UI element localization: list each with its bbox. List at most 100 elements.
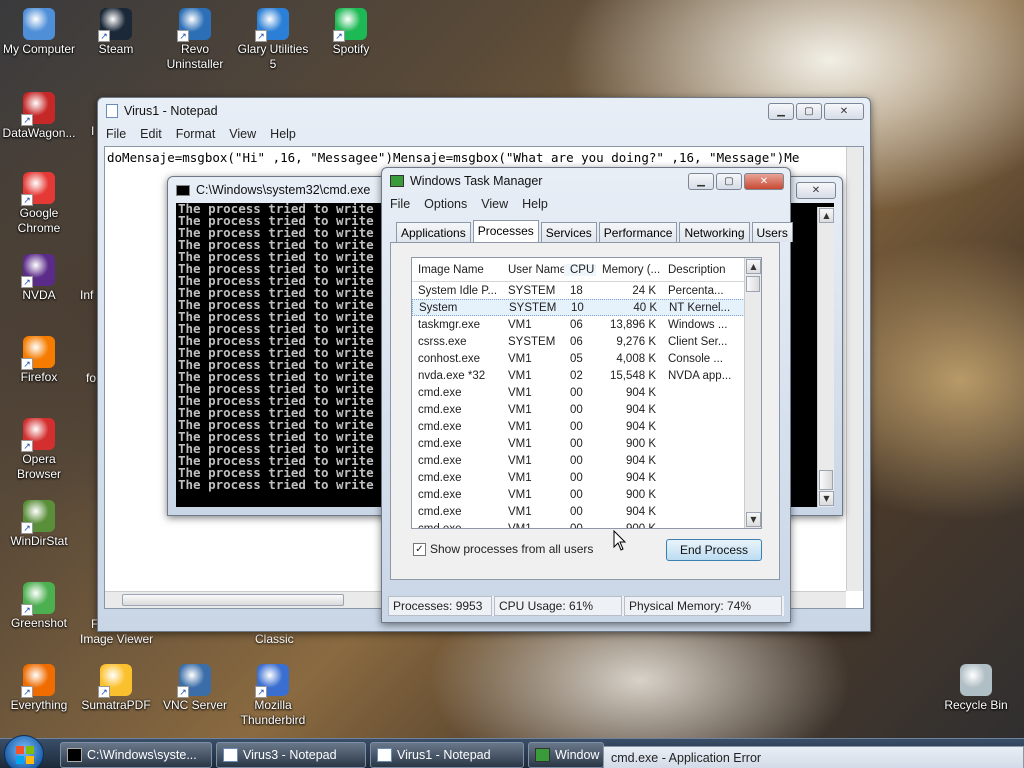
taskbar-item-virus1-label: Virus1 - Notepad: [397, 748, 491, 762]
desktop-icon-spotify[interactable]: ↗ Spotify: [312, 8, 390, 57]
process-row[interactable]: cmd.exe VM1 00 904 K: [412, 384, 761, 401]
notepad-menu-file[interactable]: File: [106, 127, 126, 141]
cmd-vertical-scrollbar[interactable]: ▲ ▼: [817, 207, 834, 507]
desktop-icon-firefox[interactable]: ↗ Firefox: [0, 336, 78, 385]
process-list[interactable]: Image Name User Name CPU Memory (... Des…: [411, 257, 762, 529]
notepad-vertical-scrollbar[interactable]: [846, 147, 863, 591]
cell-user-name: VM1: [508, 488, 532, 501]
desktop-icon-thunderbird[interactable]: ↗ Mozilla Thunderbird: [234, 664, 312, 728]
process-row[interactable]: System SYSTEM 10 40 K NT Kernel...: [412, 299, 761, 316]
process-row[interactable]: conhost.exe VM1 05 4,008 K Console ...: [412, 350, 761, 367]
process-row[interactable]: taskmgr.exe VM1 06 13,896 K Windows ...: [412, 316, 761, 333]
tab-applications[interactable]: Applications: [396, 222, 471, 242]
taskmgr-maximize-button[interactable]: ▢: [716, 173, 742, 190]
notepad-menu-help[interactable]: Help: [270, 127, 296, 141]
col-user-name[interactable]: User Name: [502, 264, 564, 276]
process-list-scrollbar[interactable]: ▲ ▼: [744, 258, 761, 528]
taskbar-item-virus1-notepad[interactable]: Virus1 - Notepad: [370, 742, 524, 768]
cell-description: NT Kernel...: [669, 301, 731, 314]
thunderbird-icon: ↗: [255, 664, 289, 698]
desktop-icon-glary-utilities[interactable]: ↗ Glary Utilities 5: [234, 8, 312, 72]
application-error-popup[interactable]: cmd.exe - Application Error: [603, 746, 1024, 768]
cell-cpu: 02: [570, 369, 583, 382]
taskbar-item-task-manager[interactable]: Window: [528, 742, 604, 768]
vnc-server-icon: ↗: [177, 664, 211, 698]
desktop-icon-nvda[interactable]: ↗ NVDA: [0, 254, 78, 303]
notepad-maximize-button[interactable]: ▢: [796, 103, 822, 120]
desktop-icon-sumatrapdf[interactable]: ↗ SumatraPDF: [77, 664, 155, 713]
process-scroll-thumb[interactable]: [746, 276, 760, 292]
process-row[interactable]: cmd.exe VM1 00 900 K: [412, 435, 761, 452]
process-row[interactable]: cmd.exe VM1 00 904 K: [412, 452, 761, 469]
process-row[interactable]: cmd.exe VM1 00 904 K: [412, 469, 761, 486]
cell-user-name: VM1: [508, 386, 532, 399]
col-memory[interactable]: Memory (...: [596, 264, 662, 276]
taskbar-item-cmd[interactable]: C:\Windows\syste...: [60, 742, 212, 768]
show-all-users-checkbox[interactable]: ✓ Show processes from all users: [413, 542, 593, 556]
cell-cpu: 00: [570, 454, 583, 467]
taskmgr-close-button[interactable]: ✕: [744, 173, 784, 190]
process-row[interactable]: cmd.exe VM1 00 900 K: [412, 486, 761, 503]
taskmgr-minimize-button[interactable]: ▁: [688, 173, 714, 190]
cell-image-name: System Idle P...: [418, 284, 498, 297]
process-scroll-down[interactable]: ▼: [746, 512, 761, 527]
end-process-button[interactable]: End Process: [666, 539, 762, 561]
tab-networking[interactable]: Networking: [679, 222, 750, 242]
shortcut-arrow-icon: ↗: [21, 276, 33, 288]
cmd-scroll-thumb[interactable]: [819, 470, 833, 490]
cmd-scroll-up[interactable]: ▲: [819, 208, 834, 223]
notepad-close-button[interactable]: ✕: [824, 103, 864, 120]
tab-services[interactable]: Services: [540, 222, 597, 242]
status-cpu: CPU Usage: 61%: [494, 596, 622, 616]
cmd-close-button[interactable]: ✕: [796, 182, 836, 199]
process-row[interactable]: System Idle P... SYSTEM 18 24 K Percenta...: [412, 282, 761, 299]
process-row[interactable]: cmd.exe VM1 00 904 K: [412, 418, 761, 435]
desktop-icon-everything[interactable]: ↗ Everything: [0, 664, 78, 713]
desktop-icon-computer[interactable]: My Computer: [0, 8, 78, 57]
taskmgr-menu-file[interactable]: File: [390, 197, 410, 211]
tab-users[interactable]: Users: [751, 222, 793, 242]
taskmgr-menu-view[interactable]: View: [481, 197, 508, 211]
process-row[interactable]: csrss.exe SYSTEM 06 9,276 K Client Ser...: [412, 333, 761, 350]
process-row[interactable]: cmd.exe VM1 00 904 K: [412, 401, 761, 418]
taskbar-item-virus3-notepad[interactable]: Virus3 - Notepad: [216, 742, 366, 768]
process-row[interactable]: nvda.exe *32 VM1 02 15,548 K NVDA app...: [412, 367, 761, 384]
shortcut-arrow-icon: ↗: [21, 686, 33, 698]
desktop-icon-recycle-bin[interactable]: Recycle Bin: [937, 664, 1015, 713]
desktop-icon-datawagon[interactable]: ↗ DataWagon...: [0, 92, 78, 141]
desktop-icon-steam[interactable]: ↗ Steam: [77, 8, 155, 57]
tab-performance[interactable]: Performance: [598, 222, 678, 242]
notepad-scroll-thumb[interactable]: [122, 594, 344, 606]
notepad-titlebar[interactable]: Virus1 - Notepad: [98, 98, 870, 124]
steam-icon: ↗: [98, 8, 132, 42]
desktop-icon-opera[interactable]: ↗ Opera Browser: [0, 418, 78, 482]
desktop-icon-greenshot[interactable]: ↗ Greenshot: [0, 582, 78, 631]
start-button[interactable]: [4, 735, 44, 768]
desktop-icon-label: Mozilla Thunderbird: [240, 698, 306, 727]
taskmgr-menu-options[interactable]: Options: [424, 197, 467, 211]
taskmgr-menu-help[interactable]: Help: [522, 197, 548, 211]
tab-processes[interactable]: Processes: [472, 220, 539, 242]
notepad-menu-view[interactable]: View: [229, 127, 256, 141]
process-row[interactable]: cmd.exe VM1 00 900 K: [412, 520, 761, 529]
process-row[interactable]: cmd.exe VM1 00 904 K: [412, 503, 761, 520]
notepad-menu-format[interactable]: Format: [176, 127, 216, 141]
task-manager-window[interactable]: Windows Task Manager ▁ ▢ ✕ File Options …: [381, 167, 793, 623]
checkbox-mark[interactable]: ✓: [413, 542, 426, 556]
col-description[interactable]: Description: [662, 264, 748, 276]
process-scroll-up[interactable]: ▲: [746, 259, 761, 274]
desktop-icon-chrome[interactable]: ↗ Google Chrome: [0, 172, 78, 236]
application-error-title: cmd.exe - Application Error: [611, 751, 762, 765]
cmd-scroll-down[interactable]: ▼: [819, 491, 834, 506]
notepad-menu-edit[interactable]: Edit: [140, 127, 162, 141]
desktop-icon-vnc-server[interactable]: ↗ VNC Server: [156, 664, 234, 713]
desktop-icon-label: Greenshot: [10, 616, 68, 630]
cell-image-name: cmd.exe: [418, 403, 462, 416]
cell-image-name: cmd.exe: [418, 522, 462, 529]
desktop-icon-revo-uninstaller[interactable]: ↗ Revo Uninstaller: [156, 8, 234, 72]
col-cpu[interactable]: CPU: [564, 263, 596, 276]
notepad-minimize-button[interactable]: ▁: [768, 103, 794, 120]
col-image-name[interactable]: Image Name: [412, 264, 502, 276]
cell-image-name: System: [419, 301, 458, 314]
desktop-icon-windirstat[interactable]: ↗ WinDirStat: [0, 500, 78, 549]
